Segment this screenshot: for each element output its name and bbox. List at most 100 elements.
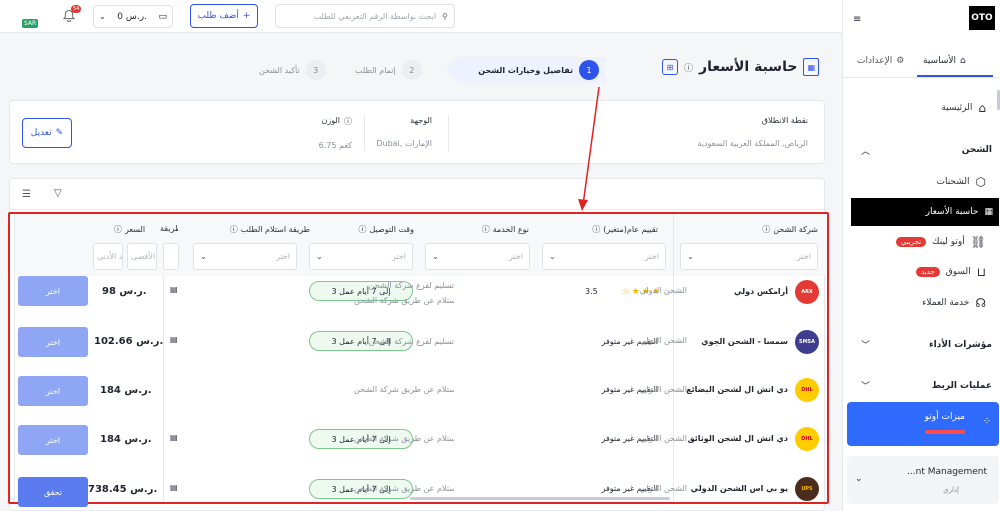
store-icon: ▤ — [170, 335, 178, 344]
weight-field: الوزن ⓘ 6.75 كغم — [318, 116, 352, 150]
dhl-logo: DHL — [795, 427, 819, 451]
annotation-arrow — [578, 86, 600, 211]
chevron-down-icon: ⌄ — [316, 252, 323, 261]
oto-logo: OTO — [969, 6, 995, 30]
ups-logo: UPS — [795, 477, 819, 501]
headset-icon: ☊ — [975, 296, 986, 310]
calculator-icon: ▦ — [984, 207, 993, 217]
chevron-up-icon[interactable]: ︿ — [861, 144, 870, 157]
page-title: حاسبة الأسعار — [699, 59, 798, 75]
step-2[interactable]: إتمام الطلب 2 — [355, 60, 422, 80]
page-header: ⊞ ⓘ حاسبة الأسعار ▦ — [662, 58, 820, 76]
info-icon[interactable]: ⓘ — [762, 224, 770, 235]
info-icon[interactable]: ⓘ — [592, 224, 600, 235]
grid-apps-icon[interactable]: ⊞ — [662, 59, 678, 75]
destination-field: الوجهة Dubai, الإمارات — [376, 116, 432, 148]
divider — [843, 77, 1000, 78]
chevron-down-icon[interactable]: ﹀ — [861, 338, 870, 351]
tab-main[interactable]: الأساسية ⌂ — [923, 56, 966, 66]
gear-icon: ⚙ — [896, 56, 905, 66]
sidebar-item-shipments[interactable]: الشحنات ⬡ — [937, 175, 987, 189]
choose-button[interactable]: اختر — [18, 327, 88, 357]
divider — [448, 115, 449, 151]
col-delivery: ⓘ وقت التوصيل — [358, 224, 414, 235]
info-icon[interactable]: ⓘ — [358, 224, 366, 235]
tab-settings[interactable]: الإعدادات ⚙ — [857, 56, 904, 66]
collapse-menu-icon[interactable]: ≡ — [853, 14, 861, 25]
filter-icon[interactable]: ▽ — [54, 188, 62, 199]
price-min-input[interactable]: الحد الأدنى — [93, 243, 123, 270]
rating-filter-select[interactable]: ⌄ اختر — [542, 243, 666, 270]
search-input[interactable]: ابحث بواسطة الرقم التعريفي للطلب ⚲ — [275, 4, 455, 28]
account-card[interactable]: ⌄ ...nt Management إداري — [847, 456, 999, 504]
pickup-filter-select[interactable]: ⌄ اختر — [193, 243, 297, 270]
col-pickup: ⓘ طريقة استلام الطلب — [229, 224, 310, 235]
info-icon[interactable]: ⓘ — [230, 224, 238, 235]
col-rating: ⓘ تقييم عام(متغير) — [592, 224, 658, 235]
oto-features-card[interactable]: ميزات أوتو ⁘ — [847, 402, 999, 446]
choose-button[interactable]: اختر — [18, 376, 88, 406]
box-icon: ⬡ — [975, 175, 986, 189]
info-icon[interactable]: ⓘ — [684, 61, 693, 74]
chevron-down-icon: ⌄ — [432, 252, 439, 261]
star-icon: ★ — [631, 287, 640, 297]
smsa-logo: SMSA — [795, 330, 819, 354]
notif-count-badge: 54 — [71, 5, 82, 13]
chevron-down-icon: ⌄ — [687, 252, 694, 261]
notifications-bell-icon[interactable]: 54 — [62, 5, 82, 24]
sidebar-item-price-calculator[interactable]: حاسبة الأسعار ▦ — [851, 198, 999, 226]
chevron-down-icon: ⌄ — [99, 12, 106, 21]
info-icon[interactable]: ⓘ — [114, 224, 122, 235]
sidebar-item-customer-service[interactable]: خدمة العملاء ☊ — [922, 296, 986, 310]
info-icon[interactable]: ⓘ — [482, 224, 490, 235]
shipment-summary-card: تعديل ✎ نقطة الانطلاق الرياض, المملكة ال… — [9, 100, 825, 164]
choose-button[interactable]: اختر — [18, 425, 88, 455]
home-icon: ⌂ — [960, 56, 966, 66]
price-max-input[interactable]: الحد الأقصى — [127, 243, 157, 270]
sidebar-item-home[interactable]: الرئيسية ⌂ — [941, 101, 986, 115]
method-filter-select[interactable] — [163, 243, 179, 270]
step-1[interactable]: تفاصيل وخيارات الشحن 1 — [478, 60, 599, 80]
col-divider — [163, 276, 164, 502]
top-bar: SAR 54 ⌄ 0 ر.س. ▭ أضف طلب + ابحث بواسطة … — [0, 0, 842, 33]
service-filter-select[interactable]: ⌄ اختر — [425, 243, 530, 270]
search-icon: ⚲ — [442, 11, 448, 21]
carrier-filter-select[interactable]: ⌄ اختر — [680, 243, 818, 270]
calculator-icon: ▦ — [803, 58, 820, 76]
list-view-icon[interactable]: ☰ — [22, 189, 31, 200]
divider — [364, 115, 365, 151]
sidebar: ≡ OTO الأساسية ⌂ الإعدادات ⚙ الرئيسية ⌂ الش… — [842, 0, 1000, 511]
origin-field: نقطة الانطلاق الرياض, المملكة العربية ال… — [697, 116, 808, 148]
chevron-down-icon: ⌄ — [549, 252, 556, 261]
chevron-down-icon[interactable]: ﹀ — [861, 379, 870, 392]
choose-button[interactable]: اختر — [18, 276, 88, 306]
store-icon: ▤ — [170, 285, 178, 294]
col-carrier: ⓘ شركة الشحن — [762, 224, 818, 235]
redacted-mark — [925, 430, 965, 434]
store-icon: ▤ — [170, 433, 178, 442]
col-price: ⓘ السعر — [114, 224, 146, 235]
col-divider — [673, 214, 674, 502]
horizontal-scrollbar[interactable] — [410, 497, 670, 500]
step-3[interactable]: تأكيد الشحن 3 — [259, 60, 326, 80]
plus-icon: + — [242, 11, 251, 21]
sidebar-section-shipping[interactable]: الشحن — [962, 145, 992, 155]
add-order-button[interactable]: أضف طلب + — [190, 4, 258, 28]
wallet-balance: 0 ر.س. — [117, 11, 147, 22]
info-icon[interactable]: ⓘ — [344, 116, 352, 127]
apps-icon: ⁘ — [982, 416, 991, 427]
sidebar-section-integrations[interactable]: عمليات الربط — [932, 381, 992, 391]
delivery-filter-select[interactable]: ⌄ اختر — [309, 243, 413, 270]
star-icon: ☆ — [621, 287, 630, 297]
sidebar-item-oto-link[interactable]: تجريبي أوتو لينك ⛓ — [895, 235, 986, 249]
wallet-balance-dropdown[interactable]: ⌄ 0 ر.س. ▭ — [93, 5, 173, 28]
col-divider — [14, 214, 15, 502]
sidebar-section-kpis[interactable]: مؤشرات الأداء — [929, 340, 992, 350]
currency-flag[interactable]: SAR — [22, 10, 39, 29]
edit-button[interactable]: تعديل ✎ — [22, 118, 72, 148]
col-method: طريقة — [160, 224, 178, 233]
basket-icon: ⊔ — [976, 265, 986, 279]
sidebar-item-market[interactable]: جديد السوق ⊔ — [916, 265, 986, 279]
verify-button[interactable]: تحقق — [18, 477, 88, 507]
chevron-down-icon: ⌄ — [855, 474, 863, 484]
